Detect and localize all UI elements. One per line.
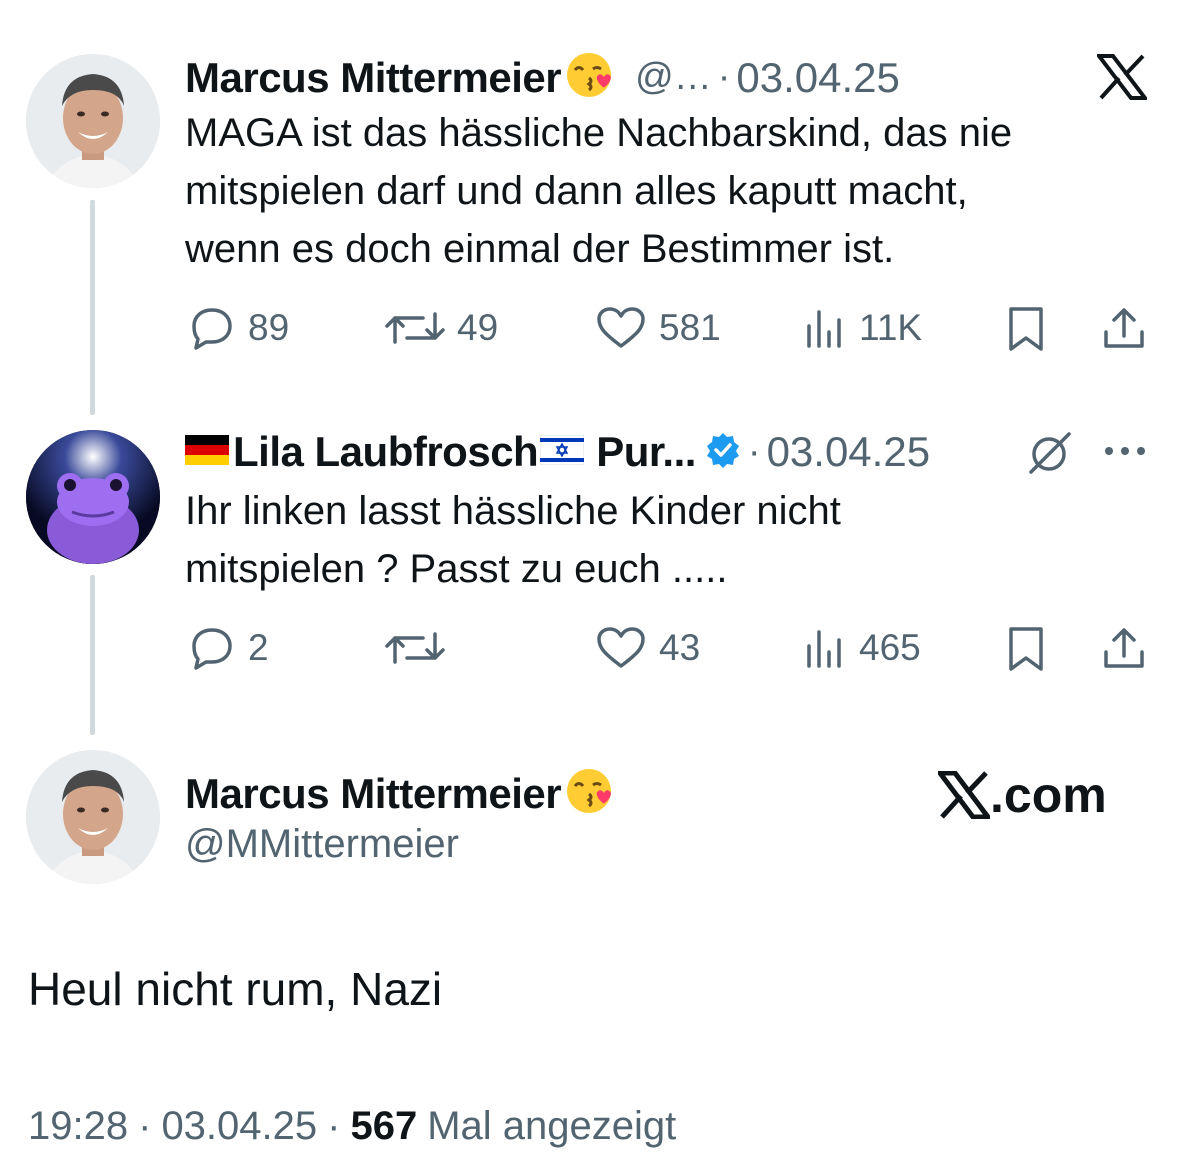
x-com-brand: .com	[938, 766, 1107, 824]
bookmark-icon	[1009, 307, 1043, 351]
main-tweet-header: Marcus Mittermeier	[185, 766, 621, 821]
tweet1-reply-button[interactable]: 89	[188, 306, 289, 350]
like-icon	[597, 307, 645, 348]
tweet1-reply-count: 89	[248, 307, 290, 348]
tweet2-views-count: 465	[859, 627, 921, 668]
tweet1-date[interactable]: 03.04.25	[736, 54, 900, 102]
like-icon	[597, 627, 645, 668]
views-icon	[807, 310, 841, 348]
verified-badge-icon	[704, 431, 742, 474]
x-logo-icon[interactable]	[1094, 54, 1150, 105]
x-logo-icon	[938, 771, 990, 819]
tweet2-reply-button[interactable]: 2	[188, 626, 269, 670]
main-tweet-text: Heul nicht rum, Nazi	[28, 963, 443, 1015]
views-icon	[807, 630, 841, 668]
dot-separator: ·	[717, 56, 731, 98]
kiss-emoji-icon	[563, 50, 621, 105]
tweet1-share-button[interactable]	[1100, 304, 1148, 357]
bookmark-icon	[1009, 627, 1043, 671]
tweet2-bookmark-button[interactable]	[1006, 626, 1046, 677]
main-tweet-meta: 19:28 · 03.04.25 · 567 Mal angezeigt	[28, 1104, 676, 1149]
main-display-name[interactable]: Marcus Mittermeier	[185, 770, 562, 818]
tweet2-date[interactable]: 03.04.25	[767, 428, 931, 476]
tweet1-repost-count: 49	[457, 307, 499, 348]
dot-separator: ·	[138, 1104, 152, 1148]
tweet1-like-button[interactable]: 581	[595, 306, 721, 350]
thread-line-1	[90, 200, 95, 415]
avatar-marcus[interactable]	[26, 54, 160, 188]
repost-icon	[385, 312, 445, 344]
israel-flag-icon	[539, 434, 585, 470]
tweet2-text-line: mitspielen ? Passt zu euch .....	[185, 547, 728, 591]
tweet1-bookmark-button[interactable]	[1006, 306, 1046, 357]
dot-separator: ·	[327, 1104, 341, 1148]
tweet1-text: MAGA ist das hässliche Nachbarskind, das…	[185, 104, 1155, 278]
main-time[interactable]: 19:28	[28, 1104, 128, 1149]
tweet1-display-name[interactable]: Marcus Mittermeier	[185, 54, 562, 102]
tweet2-share-button[interactable]	[1100, 624, 1148, 677]
tweet2-views-button[interactable]: 465	[803, 626, 921, 670]
kiss-emoji-icon	[563, 766, 621, 821]
repost-icon	[385, 632, 445, 664]
tweet2-header: Lila Laubfrosch Pur... · 03.04.25	[185, 428, 930, 476]
tweet1-views-button[interactable]: 11K	[803, 306, 922, 350]
tweet2-text-line: Ihr linken lasst hässliche Kinder nicht	[185, 489, 841, 533]
dot-separator: ·	[747, 430, 761, 473]
reply-icon	[192, 628, 232, 670]
tweet1-handle[interactable]: @…	[635, 56, 712, 99]
tweet1-text-line: mitspielen darf und dann alles kaputt ma…	[185, 169, 968, 213]
brand-suffix: .com	[990, 767, 1107, 823]
share-icon	[1104, 308, 1144, 348]
main-views-label: Mal angezeigt	[427, 1104, 677, 1148]
tweet2-repost-button[interactable]	[385, 626, 457, 670]
tweet2-text: Ihr linken lasst hässliche Kinder nicht …	[185, 482, 1155, 598]
reply-icon	[192, 308, 232, 350]
tweet1-header: Marcus Mittermeier @… · 03.04.25	[185, 50, 900, 105]
tweet2-display-name[interactable]: Lila Laubfrosch	[233, 428, 539, 476]
avatar-marcus-main[interactable]	[26, 750, 160, 884]
main-handle[interactable]: @MMittermeier	[185, 822, 459, 867]
tweet2-like-button[interactable]: 43	[595, 626, 700, 670]
main-views-count: 567	[350, 1104, 418, 1148]
avatar-frog[interactable]	[26, 430, 160, 564]
tweet1-text-line: MAGA ist das hässliche Nachbarskind, das…	[185, 111, 1013, 155]
more-icon[interactable]	[1102, 444, 1148, 463]
tweet1-text-line: wenn es doch einmal der Bestimmer ist.	[185, 227, 895, 271]
tweet2-name-suffix[interactable]: Pur...	[596, 428, 696, 476]
tweet2-reply-count: 2	[248, 627, 269, 668]
share-icon	[1104, 628, 1144, 668]
thread-line-2	[90, 575, 95, 735]
tweet2-like-count: 43	[659, 627, 701, 668]
tweet1-views-count: 11K	[859, 307, 923, 348]
grok-icon[interactable]	[1025, 430, 1075, 481]
main-date[interactable]: 03.04.25	[161, 1104, 317, 1149]
tweet1-repost-button[interactable]: 49	[385, 306, 498, 350]
tweet1-like-count: 581	[659, 307, 721, 348]
germany-flag-icon	[185, 434, 229, 470]
